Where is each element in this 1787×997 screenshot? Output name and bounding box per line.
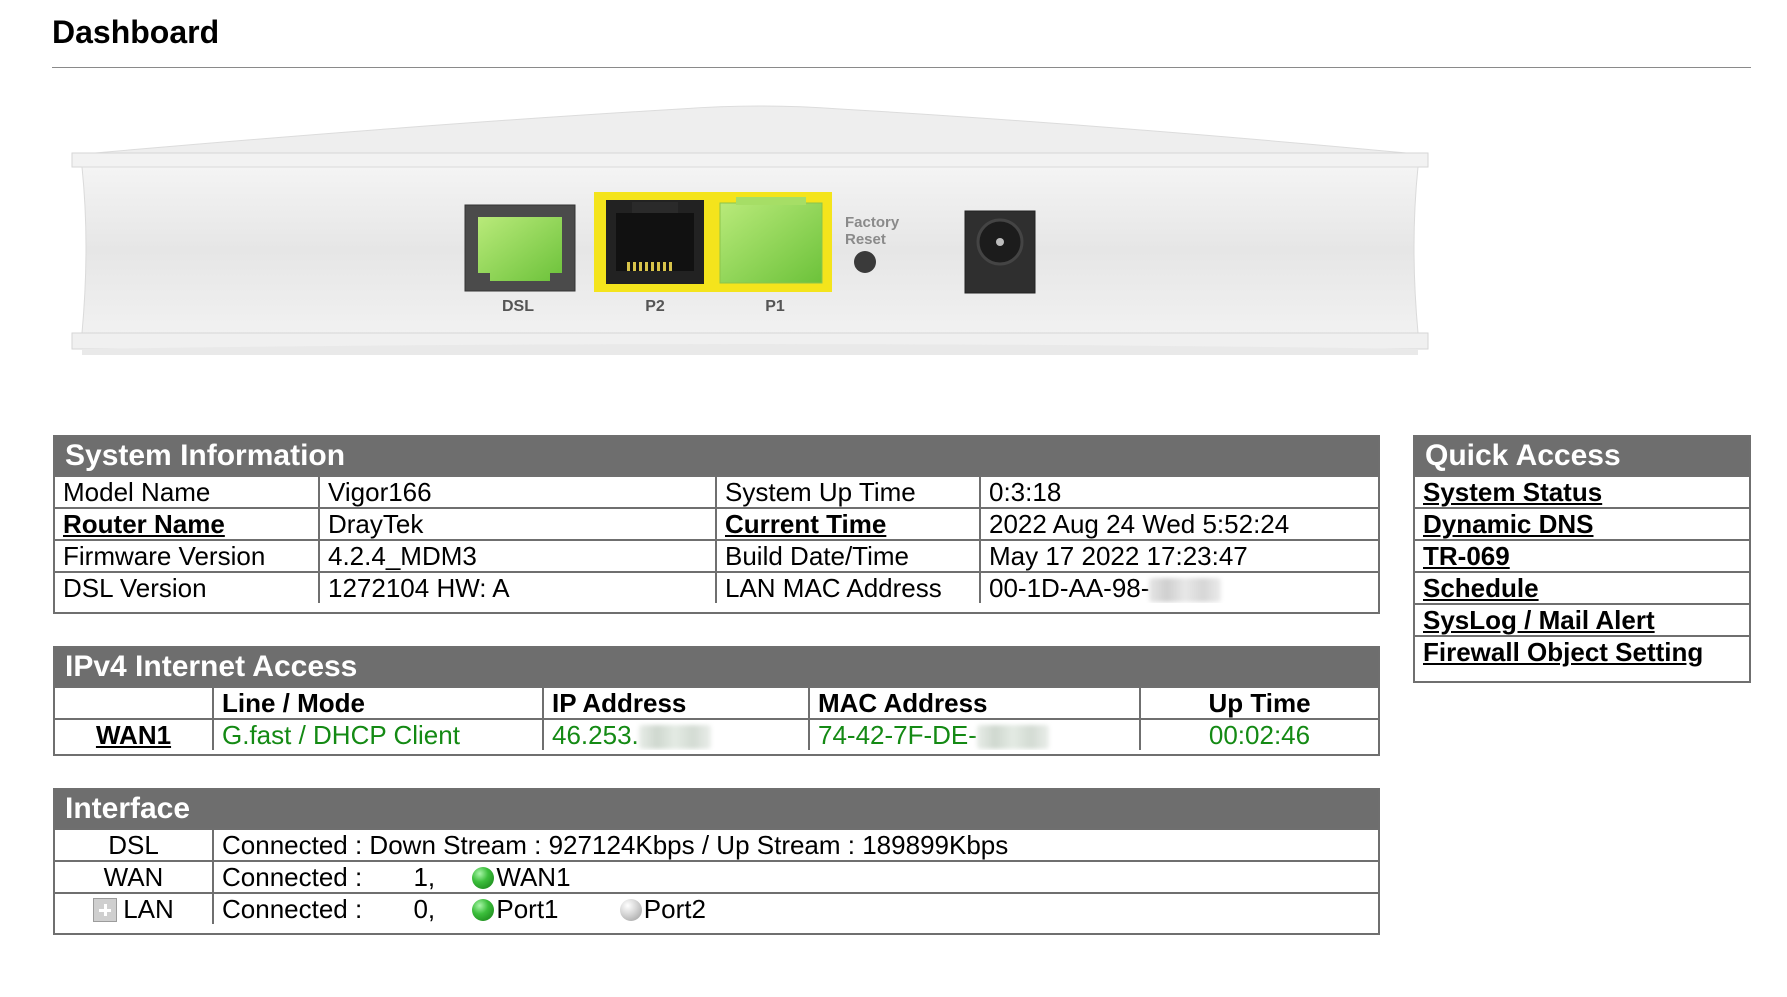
wan1-link[interactable]: WAN1 [96,721,171,750]
quick-access-system-status-link[interactable]: System Status [1423,477,1602,506]
redacted-blur [976,725,1049,750]
redacted-blur [1149,578,1222,603]
lan-mac-value: 00-1D-AA-98- [989,573,1150,603]
table-row: Firmware Version 4.2.4_MDM3 Build Date/T… [55,539,1378,573]
model-name-label: Model Name [55,477,320,509]
firmware-version-value: 4.2.4_MDM3 [318,539,717,573]
column-header [55,688,214,720]
dsl-interface-label: DSL [55,830,214,862]
expand-plus-icon[interactable] [93,898,118,922]
interface-panel: Interface DSL Connected : Down Stream : … [53,788,1380,935]
build-date-label: Build Date/Time [715,539,981,573]
list-item: Schedule [1415,571,1749,605]
column-header-up-time: Up Time [1139,688,1378,720]
current-time-value: 2022 Aug 24 Wed 5:52:24 [979,507,1378,541]
port-label-p2: P2 [645,298,665,315]
title-divider [52,67,1751,68]
quick-access-dynamic-dns-link[interactable]: Dynamic DNS [1423,510,1594,538]
port-label-dsl: DSL [502,298,534,315]
port-label-p1: P1 [765,298,785,315]
wan1-status-led-icon [472,867,495,889]
power-jack [964,210,1036,294]
column-header-line-mode: Line / Mode [212,688,544,720]
ipv4-table: Line / Mode IP Address MAC Address Up Ti… [55,688,1378,750]
current-time-link[interactable]: Current Time [725,510,886,538]
router-name-value: DrayTek [318,507,717,541]
dsl-version-value: 1272104 HW: A [318,571,717,603]
interface-header: Interface [55,790,1378,830]
table-header-row: Line / Mode IP Address MAC Address Up Ti… [55,688,1378,720]
port2-status-led-icon [619,899,642,921]
column-header-mac-address: MAC Address [808,688,1141,720]
redacted-blur [638,725,711,750]
list-item: SysLog / Mail Alert [1415,603,1749,637]
wan1-mac-address: 74-42-7F-DE- [818,720,977,750]
system-information-header: System Information [55,437,1378,477]
system-up-time-value: 0:3:18 [979,477,1378,509]
column-header-ip-address: IP Address [542,688,810,720]
lan-mac-label: LAN MAC Address [715,571,981,603]
table-row: DSL Connected : Down Stream : 927124Kbps… [55,830,1378,862]
list-item: Firewall Object Setting [1415,635,1749,667]
firmware-version-label: Firmware Version [55,539,320,573]
quick-access-firewall-object-setting-link[interactable]: Firewall Object Setting [1423,638,1703,667]
wan1-line-mode: G.fast / DHCP Client [212,718,544,750]
quick-access-schedule-link[interactable]: Schedule [1423,574,1539,602]
router-name-link[interactable]: Router Name [63,510,225,538]
wan1-up-time: 00:02:46 [1139,718,1378,750]
build-date-value: May 17 2022 17:23:47 [979,539,1378,573]
table-row: DSL Version 1272104 HW: A LAN MAC Addres… [55,571,1378,603]
system-information-table: Model Name Vigor166 System Up Time 0:3:1… [55,477,1378,603]
list-item: System Status [1415,477,1749,509]
quick-access-header: Quick Access [1415,437,1749,477]
table-row: WAN1 G.fast / DHCP Client 46.253. 74-42-… [55,718,1378,750]
page-title: Dashboard [52,14,220,50]
lan-interface-label: LAN [123,894,174,924]
wan1-ip-address: 46.253. [552,720,639,750]
table-row: LAN Connected : 0, Port1 Port2 [55,892,1378,924]
dsl-interface-status: Connected : Down Stream : 927124Kbps / U… [212,830,1378,862]
svg-text:Factory: Factory [845,214,900,231]
wan1-port-label: WAN1 [496,862,571,892]
lan-status: Connected : [222,894,363,924]
dsl-version-label: DSL Version [55,571,320,603]
wan-count: 1, [413,862,436,892]
list-item: Dynamic DNS [1415,507,1749,541]
port1-status-led-icon [472,899,495,921]
list-item: TR-069 [1415,539,1749,573]
router-rear-panel: DSL P2 P1 Factory Reset [71,105,1429,355]
model-name-value: Vigor166 [318,477,717,509]
ipv4-internet-access-panel: IPv4 Internet Access Line / Mode IP Addr… [53,646,1380,756]
table-row: WAN Connected : 1, WAN1 [55,860,1378,894]
interface-table: DSL Connected : Down Stream : 927124Kbps… [55,830,1378,924]
quick-access-list: System Status Dynamic DNS TR-069 Schedul… [1415,477,1749,667]
table-row: Router Name DrayTek Current Time 2022 Au… [55,507,1378,541]
table-row: Model Name Vigor166 System Up Time 0:3:1… [55,477,1378,509]
system-up-time-label: System Up Time [715,477,981,509]
system-information-panel: System Information Model Name Vigor166 S… [53,435,1380,614]
port2-label: Port2 [643,894,706,924]
wan-status: Connected : [222,862,363,892]
lan-count: 0, [413,894,436,924]
ipv4-internet-access-header: IPv4 Internet Access [55,648,1378,688]
quick-access-syslog-mail-alert-link[interactable]: SysLog / Mail Alert [1423,606,1655,634]
quick-access-tr069-link[interactable]: TR-069 [1423,542,1510,570]
quick-access-panel: Quick Access System Status Dynamic DNS T… [1413,435,1751,683]
wan-interface-label: WAN [55,860,214,894]
svg-text:Reset: Reset [845,231,886,248]
port1-label: Port1 [496,894,559,924]
